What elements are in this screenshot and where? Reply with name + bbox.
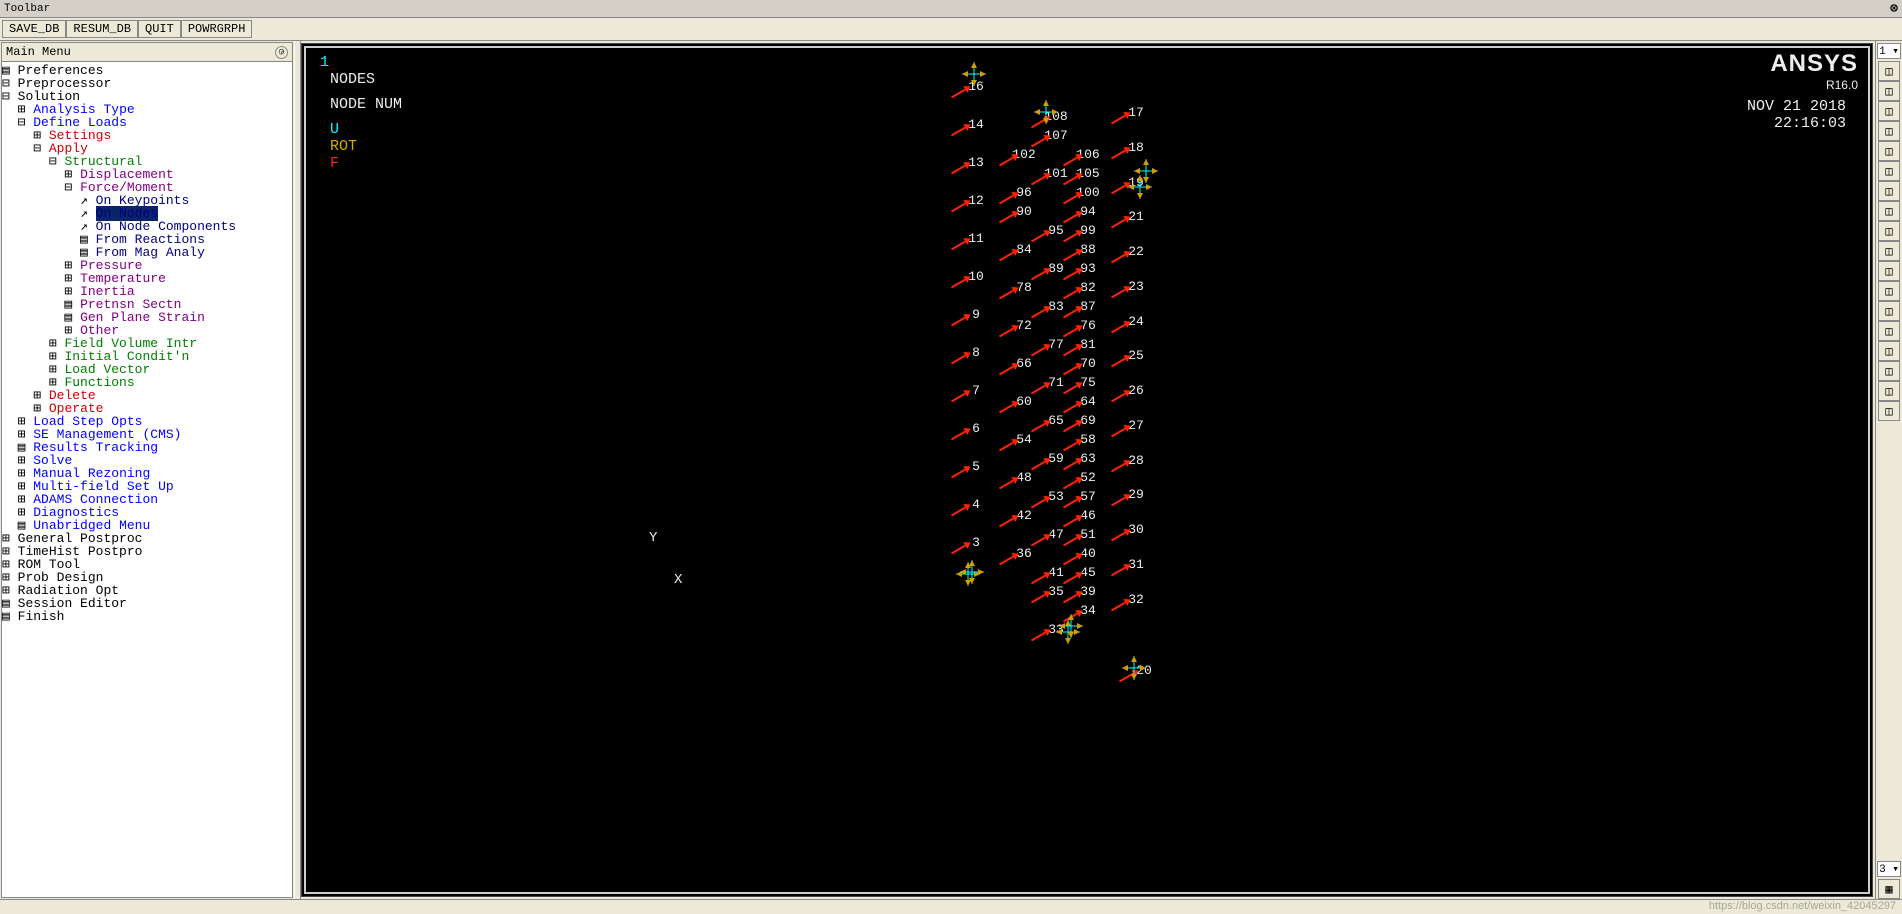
zoom-back-icon[interactable]: ◫ <box>1878 221 1900 241</box>
tree-item[interactable]: ▤ Finish <box>2 610 292 623</box>
close-icon[interactable]: ⊗ <box>1890 1 1898 16</box>
datetime-block: NOV 21 2018 22:16:03 <box>1747 98 1846 132</box>
plot-legend: 1 NODES NODE NUM U ROT F <box>320 54 402 172</box>
rotate-x-icon[interactable]: ◫ <box>1878 321 1900 341</box>
tool-extra[interactable]: ▦ <box>1878 879 1900 899</box>
constraint-icon <box>1032 98 1060 126</box>
iso-view-icon[interactable]: ◫ <box>1878 61 1900 81</box>
statusbar <box>0 899 1902 914</box>
front-view-icon[interactable]: ◫ <box>1878 81 1900 101</box>
rotate-z-icon[interactable]: ◫ <box>1878 361 1900 381</box>
zoom-in-icon[interactable]: ◫ <box>1878 201 1900 221</box>
spin-icon[interactable]: ◫ <box>1878 381 1900 401</box>
tree-view[interactable]: ▤ Preferences⊟ Preprocessor⊟ Solution ⊞ … <box>2 62 292 897</box>
right-toolbar: 1 ▾ ◫◫◫◫◫◫◫◫◫◫◫◫◫◫◫◫◫◫ 3 ▾ ▦ <box>1875 41 1902 899</box>
graphics-canvas: 1 NODES NODE NUM U ROT F ANSYS R16.0 NOV… <box>304 46 1870 894</box>
constraint-icon <box>1126 173 1154 201</box>
toolbar-title: Toolbar <box>4 3 50 15</box>
node-plot: 1614131211109876543171819212223242526272… <box>636 56 1176 696</box>
dynamic-rotate-icon[interactable]: ◫ <box>1878 401 1900 421</box>
main-menu-panel: Main Menu ◶ ▤ Preferences⊟ Preprocessor⊟… <box>1 42 293 898</box>
pan-right-icon[interactable]: ◫ <box>1878 281 1900 301</box>
brand-block: ANSYS R16.0 <box>1770 50 1858 92</box>
powrgrph-button[interactable]: POWRGRPH <box>181 20 253 38</box>
zoom-dynamic-icon[interactable]: ◫ <box>1878 241 1900 261</box>
rotate-up-icon[interactable]: ◫ <box>1878 301 1900 321</box>
save-db-button[interactable]: SAVE_DB <box>2 20 66 38</box>
tree-item-label: Finish <box>18 609 65 624</box>
watermark: https://blog.csdn.net/weixin_42045297 <box>1709 900 1896 912</box>
main-toolbar: SAVE_DB RESUM_DB QUIT POWRGRPH <box>0 18 1902 41</box>
window-select-top[interactable]: 1 ▾ <box>1877 43 1901 59</box>
main-menu-title: Main Menu <box>6 45 71 59</box>
zoom-window-icon[interactable]: ◫ <box>1878 181 1900 201</box>
constraint-icon <box>958 558 986 586</box>
rotate-y-icon[interactable]: ◫ <box>1878 341 1900 361</box>
graphics-viewport[interactable]: 1 NODES NODE NUM U ROT F ANSYS R16.0 NOV… <box>301 43 1873 897</box>
quit-button[interactable]: QUIT <box>138 20 181 38</box>
menu-collapse-icon[interactable]: ◶ <box>275 46 288 59</box>
constraint-icon <box>960 60 988 88</box>
side-view-icon[interactable]: ◫ <box>1878 101 1900 121</box>
vertical-splitter[interactable] <box>294 41 301 899</box>
fit-view-icon[interactable]: ◫ <box>1878 161 1900 181</box>
constraint-icon <box>1057 612 1085 640</box>
resum-db-button[interactable]: RESUM_DB <box>66 20 138 38</box>
oblique-view-icon[interactable]: ◫ <box>1878 141 1900 161</box>
constraint-icon <box>1120 654 1148 682</box>
window-select-bottom[interactable]: 3 ▾ <box>1877 861 1901 877</box>
pan-left-icon[interactable]: ◫ <box>1878 261 1900 281</box>
top-view-icon[interactable]: ◫ <box>1878 121 1900 141</box>
